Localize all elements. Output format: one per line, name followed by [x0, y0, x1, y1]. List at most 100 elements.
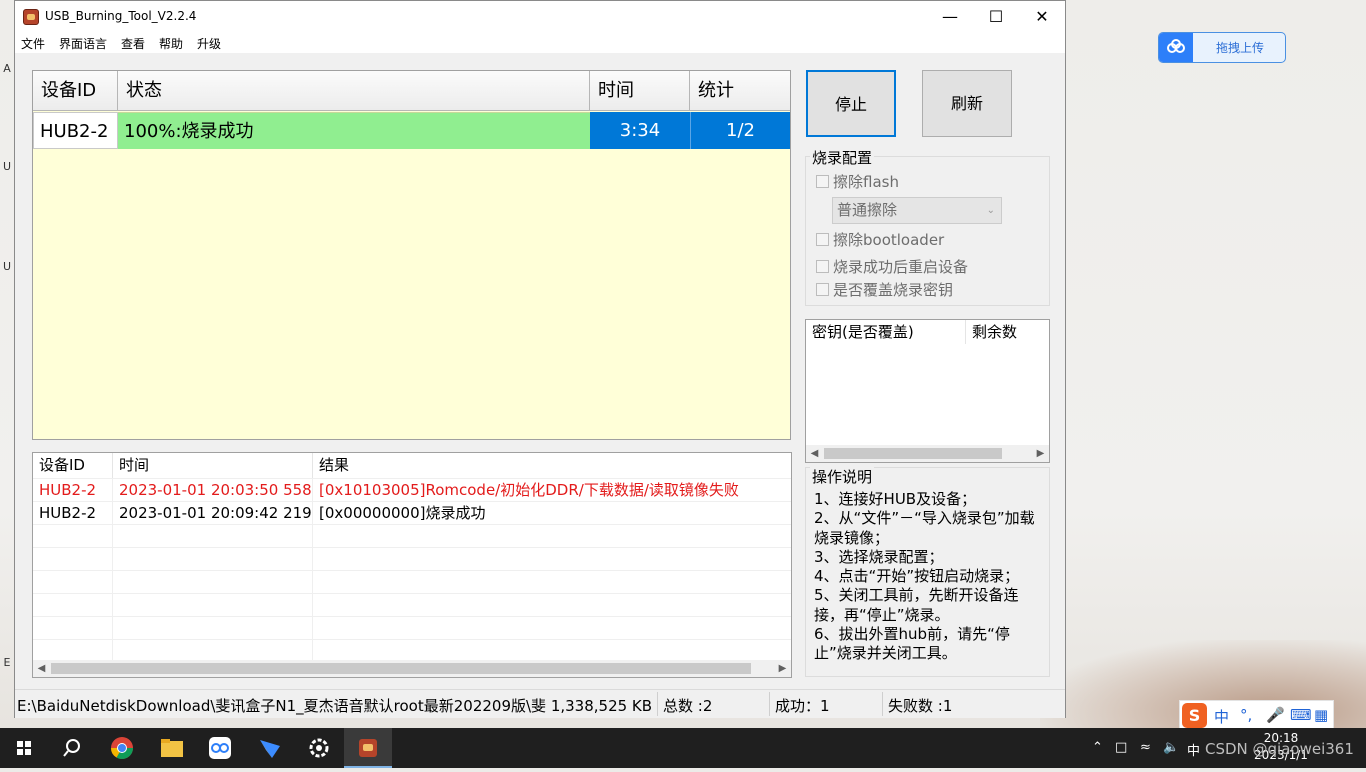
- keyboard-icon[interactable]: ⌨: [1290, 706, 1312, 724]
- scrollbar-thumb[interactable]: [824, 448, 1002, 459]
- column-header-remaining[interactable]: 剩余数: [966, 320, 1049, 344]
- wifi-icon[interactable]: ≈: [1140, 740, 1151, 755]
- upload-label: 拖拽上传: [1215, 41, 1264, 55]
- device-status-cell[interactable]: 100%:烧录成功: [118, 112, 590, 149]
- log-device-id: HUB2-2: [33, 479, 113, 501]
- scroll-left-icon[interactable]: ◀: [806, 445, 823, 462]
- device-count-cell[interactable]: 1/2: [690, 112, 790, 149]
- log-table-scrollbar[interactable]: ◀ ▶: [33, 660, 791, 677]
- menu-language[interactable]: 界面语言: [59, 35, 107, 52]
- key-table: 密钥(是否覆盖) 剩余数 ◀ ▶: [805, 319, 1050, 463]
- ime-language[interactable]: 中: [1214, 706, 1229, 727]
- column-header-count[interactable]: 统计: [690, 71, 790, 111]
- close-button[interactable]: ✕: [1019, 1, 1065, 33]
- ime-punctuation[interactable]: °,: [1240, 706, 1252, 724]
- table-row: [33, 570, 791, 593]
- status-total: 总数 :2: [663, 697, 713, 715]
- checkbox-icon: [816, 175, 829, 188]
- meet-now-icon[interactable]: □: [1115, 740, 1127, 755]
- grid-menu-icon[interactable]: ▦: [1314, 706, 1328, 724]
- status-path: E:\BaiduNetdiskDownload\斐讯盒子N1_夏杰语音默认roo…: [17, 697, 653, 715]
- table-row[interactable]: HUB2-2 2023-01-01 20:09:42 219 [0x000000…: [33, 501, 791, 524]
- volume-icon[interactable]: 🔈: [1163, 740, 1179, 755]
- instructions-group: 操作说明 1、连接好HUB及设备； 2、从“文件”－“导入烧录包”加载烧录镜像；…: [805, 466, 1050, 677]
- log-result: [0x00000000]烧录成功: [319, 504, 486, 522]
- status-fail: 失败数 :1: [888, 697, 953, 715]
- scrollbar-thumb[interactable]: [51, 663, 751, 674]
- table-row[interactable]: HUB2-2 2023-01-01 20:03:50 558 [0x101030…: [33, 478, 791, 501]
- burn-config-label: 烧录配置: [810, 147, 875, 168]
- search-icon[interactable]: [48, 728, 96, 768]
- windows-start-icon[interactable]: [0, 728, 48, 768]
- microphone-icon[interactable]: 🎤: [1266, 706, 1285, 724]
- input-language[interactable]: 中: [1187, 740, 1200, 759]
- menu-upgrade[interactable]: 升级: [197, 35, 221, 52]
- refresh-button[interactable]: 刷新: [922, 70, 1012, 137]
- ime-toolbar[interactable]: S 中 °, 🎤 ⌨ ▦: [1179, 700, 1334, 730]
- instructions-text: 1、连接好HUB及设备； 2、从“文件”－“导入烧录包”加载烧录镜像； 3、选择…: [814, 490, 1035, 663]
- maximize-button[interactable]: ☐: [973, 1, 1019, 33]
- title-bar[interactable]: USB_Burning_Tool_V2.2.4 — ☐ ✕: [15, 1, 1065, 33]
- baidu-netdisk-icon[interactable]: [197, 728, 245, 768]
- column-header-status[interactable]: 状态: [118, 71, 590, 111]
- table-row: [33, 524, 791, 547]
- feishu-icon[interactable]: [246, 728, 294, 768]
- watermark: CSDN @qiaowei361: [1205, 740, 1354, 758]
- menu-bar: 文件 界面语言 查看 帮助 升级: [15, 33, 1065, 53]
- scroll-right-icon[interactable]: ▶: [1032, 445, 1049, 462]
- baidu-upload-widget[interactable]: 拖拽上传: [1158, 32, 1286, 63]
- table-row: [33, 639, 791, 660]
- table-row: [33, 593, 791, 616]
- key-table-scrollbar[interactable]: ◀ ▶: [806, 445, 1049, 462]
- cloud-icon: [1159, 33, 1193, 62]
- settings-icon[interactable]: [295, 728, 343, 768]
- erase-flash-label: 擦除flash: [833, 173, 899, 191]
- column-header-device-id[interactable]: 设备ID: [33, 71, 118, 111]
- reboot-after-label: 烧录成功后重启设备: [833, 258, 969, 276]
- app-window: USB_Burning_Tool_V2.2.4 — ☐ ✕ 文件 界面语言 查看…: [14, 0, 1066, 718]
- overwrite-key-label: 是否覆盖烧录密钥: [833, 281, 954, 299]
- sogou-logo-icon: S: [1182, 703, 1207, 728]
- app-icon: [23, 9, 39, 25]
- status-bar: E:\BaiduNetdiskDownload\斐讯盒子N1_夏杰语音默认roo…: [15, 689, 1065, 718]
- checkbox-icon: [816, 260, 829, 273]
- minimize-button[interactable]: —: [927, 1, 973, 33]
- file-explorer-icon[interactable]: [148, 728, 196, 768]
- log-header-result[interactable]: 结果: [313, 453, 791, 478]
- log-time: 2023-01-01 20:09:42 219: [113, 502, 313, 524]
- log-header-device-id[interactable]: 设备ID: [33, 453, 113, 478]
- status-divider: [657, 692, 658, 716]
- chevron-up-icon[interactable]: ⌃: [1092, 740, 1103, 755]
- scroll-left-icon[interactable]: ◀: [33, 660, 50, 677]
- status-divider: [882, 692, 883, 716]
- erase-mode-value: 普通擦除: [837, 201, 898, 219]
- menu-help[interactable]: 帮助: [159, 35, 183, 52]
- desktop-edge-text: U: [2, 160, 12, 173]
- checkbox-icon: [816, 233, 829, 246]
- instructions-label: 操作说明: [810, 466, 875, 487]
- erase-bootloader-label: 擦除bootloader: [833, 231, 945, 249]
- stop-button[interactable]: 停止: [806, 70, 896, 137]
- device-id-cell[interactable]: HUB2-2: [33, 112, 118, 149]
- burn-config-group: 烧录配置 擦除flash 普通擦除 ⌄ 擦除bootloader 烧录成功后重启…: [805, 147, 1050, 306]
- chrome-icon[interactable]: [98, 728, 146, 768]
- menu-view[interactable]: 查看: [121, 35, 145, 52]
- desktop-edge-text: U: [2, 260, 12, 273]
- table-row: [33, 547, 791, 570]
- log-time: 2023-01-01 20:03:50 558: [113, 479, 313, 501]
- device-time-cell[interactable]: 3:34: [590, 112, 690, 149]
- taskbar: ⌃ □ ≈ 🔈 中 20:18 2023/1/1: [0, 728, 1366, 768]
- usb-burning-tool-taskbar-icon[interactable]: [344, 728, 392, 768]
- log-table: 设备ID 时间 结果 HUB2-2 2023-01-01 20:03:50 55…: [32, 452, 792, 678]
- desktop-edge-text: A: [3, 62, 11, 75]
- column-header-time[interactable]: 时间: [590, 71, 690, 111]
- log-result: [0x10103005]Romcode/初始化DDR/下载数据/读取镜像失败: [319, 481, 739, 499]
- desktop-edge-text: E: [3, 656, 11, 669]
- log-header-time[interactable]: 时间: [113, 453, 313, 478]
- menu-file[interactable]: 文件: [21, 35, 45, 52]
- erase-mode-select[interactable]: 普通擦除 ⌄: [832, 197, 1002, 224]
- table-row: [33, 616, 791, 639]
- scroll-right-icon[interactable]: ▶: [774, 660, 791, 677]
- checkbox-icon: [816, 283, 829, 296]
- column-header-key[interactable]: 密钥(是否覆盖): [806, 320, 966, 344]
